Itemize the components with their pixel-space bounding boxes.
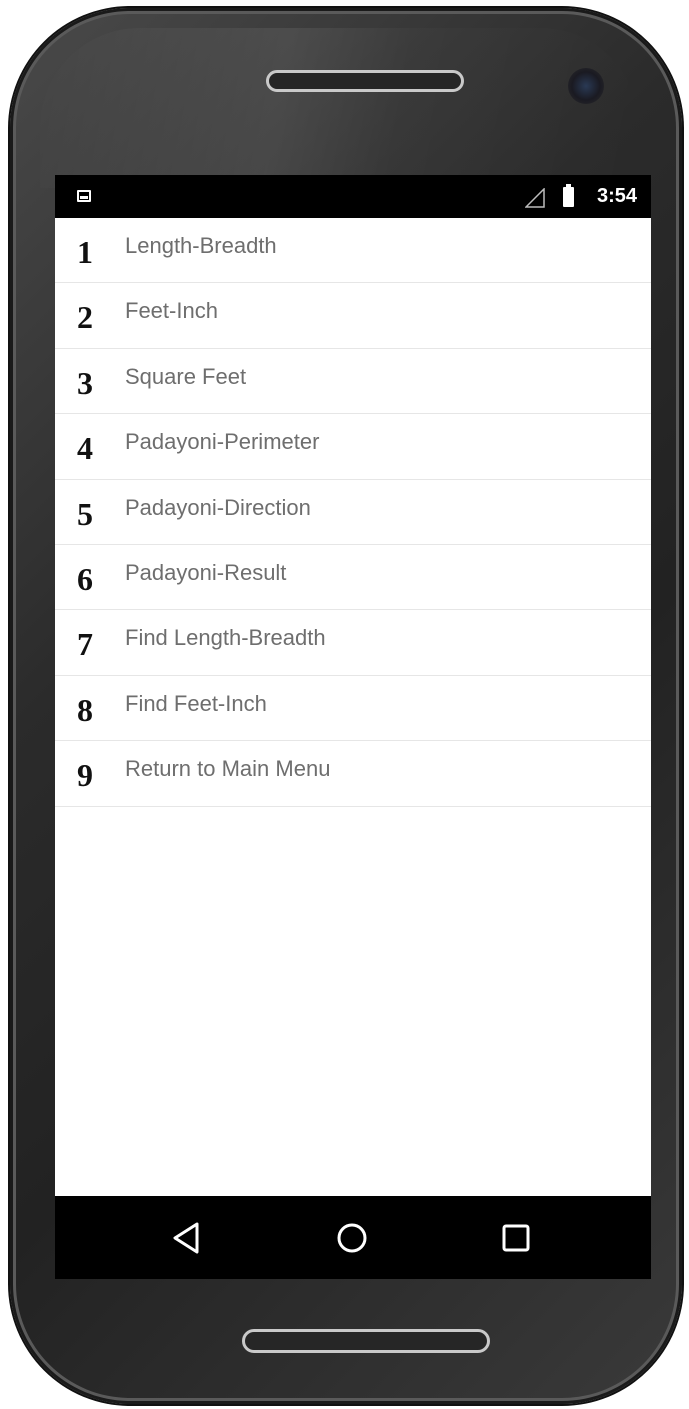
signal-icon bbox=[525, 188, 545, 208]
menu-item-label: Padayoni-Result bbox=[125, 559, 287, 585]
menu-item-label: Feet-Inch bbox=[125, 298, 218, 324]
bottom-speaker bbox=[242, 1329, 490, 1353]
menu-item-number: 2 bbox=[77, 299, 93, 336]
menu-item-number: 9 bbox=[77, 757, 93, 794]
earpiece-speaker bbox=[266, 70, 464, 92]
menu-item-label: Return to Main Menu bbox=[125, 756, 331, 782]
recent-apps-icon[interactable] bbox=[496, 1218, 536, 1258]
phone-sheen bbox=[40, 28, 640, 188]
menu-item-padayoni-result[interactable]: 6 Padayoni-Result bbox=[55, 545, 651, 611]
status-bar: 3:54 bbox=[55, 175, 651, 218]
menu-item-padayoni-direction[interactable]: 5 Padayoni-Direction bbox=[55, 480, 651, 545]
home-icon[interactable] bbox=[332, 1218, 372, 1258]
menu-item-square-feet[interactable]: 3 Square Feet bbox=[55, 349, 651, 415]
menu-item-number: 7 bbox=[77, 626, 93, 663]
menu-item-number: 8 bbox=[77, 691, 93, 728]
menu-item-number: 4 bbox=[77, 430, 93, 467]
menu-item-number: 3 bbox=[77, 364, 93, 401]
menu-item-label: Padayoni-Direction bbox=[125, 494, 311, 520]
status-time: 3:54 bbox=[596, 185, 637, 207]
menu-item-find-length-breadth[interactable]: 7 Find Length-Breadth bbox=[55, 610, 651, 676]
phone-screen: 3:54 1 Length-Breadth 2 Feet-Inch 3 Squa… bbox=[55, 175, 651, 1279]
menu-item-return-to-main-menu[interactable]: 9 Return to Main Menu bbox=[55, 741, 651, 807]
menu-item-feet-inch[interactable]: 2 Feet-Inch bbox=[55, 283, 651, 349]
menu-item-number: 5 bbox=[77, 495, 93, 532]
image-notification-icon bbox=[77, 190, 91, 202]
navigation-bar bbox=[55, 1196, 651, 1279]
back-icon[interactable] bbox=[167, 1218, 207, 1258]
menu-item-label: Padayoni-Perimeter bbox=[125, 429, 320, 455]
menu-list: 1 Length-Breadth 2 Feet-Inch 3 Square Fe… bbox=[55, 218, 651, 807]
menu-item-label: Length-Breadth bbox=[125, 233, 277, 258]
menu-item-label: Square Feet bbox=[125, 363, 247, 389]
menu-item-length-breadth[interactable]: 1 Length-Breadth bbox=[55, 218, 651, 284]
menu-item-label: Find Length-Breadth bbox=[125, 625, 326, 651]
battery-icon bbox=[563, 184, 574, 207]
front-camera bbox=[568, 68, 604, 104]
menu-item-number: 1 bbox=[77, 234, 93, 270]
menu-item-number: 6 bbox=[77, 560, 93, 597]
menu-item-padayoni-perimeter[interactable]: 4 Padayoni-Perimeter bbox=[55, 414, 651, 480]
menu-item-label: Find Feet-Inch bbox=[125, 690, 267, 716]
menu-item-find-feet-inch[interactable]: 8 Find Feet-Inch bbox=[55, 676, 651, 742]
